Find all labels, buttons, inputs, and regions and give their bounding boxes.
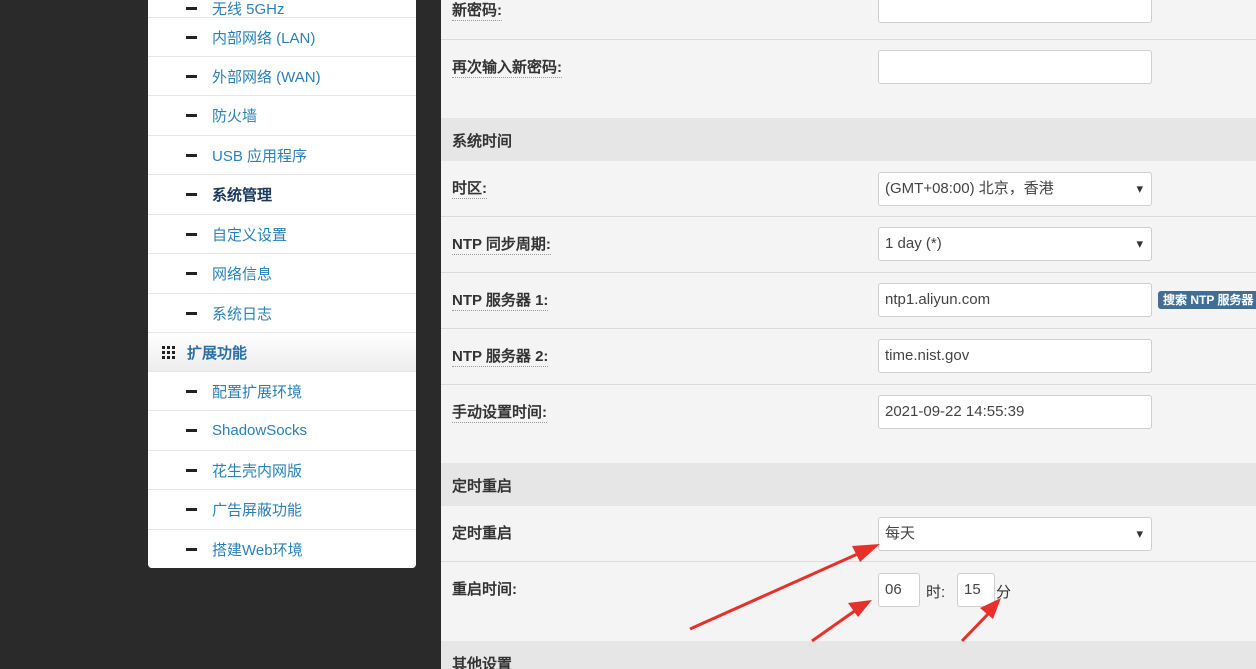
annotation-arrows <box>689 544 1001 643</box>
arrow-to-minute-icon <box>960 598 1001 643</box>
arrow-to-hour-icon <box>811 600 872 643</box>
arrow-to-schedule-icon <box>689 544 880 631</box>
